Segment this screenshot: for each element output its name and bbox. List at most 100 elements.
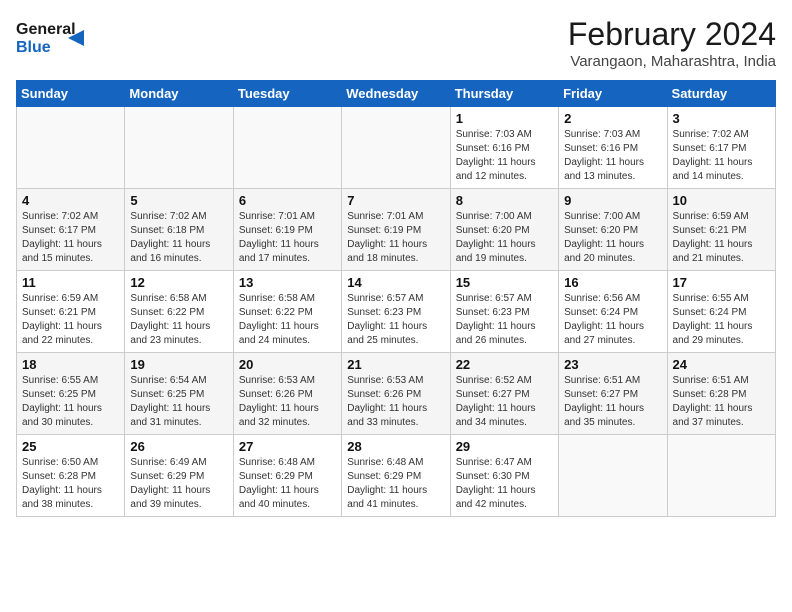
calendar-cell: 24Sunrise: 6:51 AM Sunset: 6:28 PM Dayli… bbox=[667, 353, 775, 435]
calendar-week-row: 25 Sunrise: 6:50 AM Sunset: 6:28 PM Dayli… bbox=[17, 435, 776, 517]
day-header-monday: Monday bbox=[125, 81, 233, 107]
day-number: 10 bbox=[673, 193, 770, 208]
day-info: Sunrise: 7:00 AM Sunset: 6:20 PM Dayligh… bbox=[564, 210, 661, 266]
calendar-cell: 15 Sunrise: 6:57 AM Sunset: 6:23 PM Dayli… bbox=[450, 271, 558, 353]
calendar-cell: 6 Sunrise: 7:01 AM Sunset: 6:19 PM Daylig… bbox=[233, 189, 341, 271]
day-info: Sunrise: 6:56 AM Sunset: 6:24 PM Dayligh… bbox=[564, 292, 661, 348]
day-header-saturday: Saturday bbox=[667, 81, 775, 107]
day-number: 25 bbox=[22, 439, 119, 454]
calendar-cell: 23 Sunrise: 6:51 AM Sunset: 6:27 PM Dayli… bbox=[559, 353, 667, 435]
day-number: 13 bbox=[239, 275, 336, 290]
day-number: 1 bbox=[456, 111, 553, 126]
day-info: Sunrise: 7:02 AM Sunset: 6:18 PM Dayligh… bbox=[130, 210, 227, 266]
calendar-header-row: SundayMondayTuesdayWednesdayThursdayFrid… bbox=[17, 81, 776, 107]
calendar-cell: 2Sunrise: 7:03 AM Sunset: 6:16 PM Daylig… bbox=[559, 107, 667, 189]
day-number: 7 bbox=[347, 193, 444, 208]
svg-text:General: General bbox=[16, 21, 76, 38]
page-header: General Blue February 2024 Varangaon, Ma… bbox=[16, 16, 776, 70]
day-number: 26 bbox=[130, 439, 227, 454]
day-info: Sunrise: 6:50 AM Sunset: 6:28 PM Dayligh… bbox=[22, 456, 119, 512]
day-number: 12 bbox=[130, 275, 227, 290]
calendar-cell: 21 Sunrise: 6:53 AM Sunset: 6:26 PM Dayli… bbox=[342, 353, 450, 435]
calendar-cell: 3 Sunrise: 7:02 AM Sunset: 6:17 PM Daylig… bbox=[667, 107, 775, 189]
day-info: Sunrise: 7:00 AM Sunset: 6:20 PM Dayligh… bbox=[456, 210, 553, 266]
day-number: 9 bbox=[564, 193, 661, 208]
calendar-cell bbox=[559, 435, 667, 517]
day-info: Sunrise: 7:03 AM Sunset: 6:16 PM Dayligh… bbox=[456, 128, 553, 184]
day-number: 14 bbox=[347, 275, 444, 290]
calendar-cell bbox=[667, 435, 775, 517]
day-number: 20 bbox=[239, 357, 336, 372]
calendar-cell: 7 Sunrise: 7:01 AM Sunset: 6:19 PM Daylig… bbox=[342, 189, 450, 271]
day-info: Sunrise: 6:58 AM Sunset: 6:22 PM Dayligh… bbox=[130, 292, 227, 348]
calendar-week-row: 11 Sunrise: 6:59 AM Sunset: 6:21 PM Dayli… bbox=[17, 271, 776, 353]
day-number: 23 bbox=[564, 357, 661, 372]
day-info: Sunrise: 6:51 AM Sunset: 6:27 PM Dayligh… bbox=[564, 374, 661, 430]
day-number: 6 bbox=[239, 193, 336, 208]
day-header-sunday: Sunday bbox=[17, 81, 125, 107]
calendar-cell: 11 Sunrise: 6:59 AM Sunset: 6:21 PM Dayli… bbox=[17, 271, 125, 353]
calendar-cell: 10Sunrise: 6:59 AM Sunset: 6:21 PM Dayli… bbox=[667, 189, 775, 271]
day-info: Sunrise: 7:01 AM Sunset: 6:19 PM Dayligh… bbox=[347, 210, 444, 266]
calendar-cell: 13 Sunrise: 6:58 AM Sunset: 6:22 PM Dayli… bbox=[233, 271, 341, 353]
calendar-cell: 4 Sunrise: 7:02 AM Sunset: 6:17 PM Daylig… bbox=[17, 189, 125, 271]
day-info: Sunrise: 6:59 AM Sunset: 6:21 PM Dayligh… bbox=[22, 292, 119, 348]
day-info: Sunrise: 6:54 AM Sunset: 6:25 PM Dayligh… bbox=[130, 374, 227, 430]
day-info: Sunrise: 6:57 AM Sunset: 6:23 PM Dayligh… bbox=[456, 292, 553, 348]
logo-icon: General Blue bbox=[16, 16, 86, 56]
calendar-cell bbox=[125, 107, 233, 189]
calendar-subtitle: Varangaon, Maharashtra, India bbox=[568, 53, 776, 70]
day-number: 11 bbox=[22, 275, 119, 290]
day-info: Sunrise: 6:57 AM Sunset: 6:23 PM Dayligh… bbox=[347, 292, 444, 348]
day-info: Sunrise: 6:48 AM Sunset: 6:29 PM Dayligh… bbox=[239, 456, 336, 512]
day-number: 22 bbox=[456, 357, 553, 372]
day-number: 17 bbox=[673, 275, 770, 290]
calendar-cell: 14 Sunrise: 6:57 AM Sunset: 6:23 PM Dayli… bbox=[342, 271, 450, 353]
calendar-cell: 16Sunrise: 6:56 AM Sunset: 6:24 PM Dayli… bbox=[559, 271, 667, 353]
day-info: Sunrise: 6:53 AM Sunset: 6:26 PM Dayligh… bbox=[239, 374, 336, 430]
calendar-cell: 25 Sunrise: 6:50 AM Sunset: 6:28 PM Dayli… bbox=[17, 435, 125, 517]
day-info: Sunrise: 6:55 AM Sunset: 6:24 PM Dayligh… bbox=[673, 292, 770, 348]
day-info: Sunrise: 6:48 AM Sunset: 6:29 PM Dayligh… bbox=[347, 456, 444, 512]
day-number: 5 bbox=[130, 193, 227, 208]
calendar-cell: 28 Sunrise: 6:48 AM Sunset: 6:29 PM Dayli… bbox=[342, 435, 450, 517]
day-info: Sunrise: 7:02 AM Sunset: 6:17 PM Dayligh… bbox=[22, 210, 119, 266]
calendar-cell: 29 Sunrise: 6:47 AM Sunset: 6:30 PM Dayli… bbox=[450, 435, 558, 517]
calendar-cell: 12 Sunrise: 6:58 AM Sunset: 6:22 PM Dayli… bbox=[125, 271, 233, 353]
day-info: Sunrise: 6:53 AM Sunset: 6:26 PM Dayligh… bbox=[347, 374, 444, 430]
day-number: 15 bbox=[456, 275, 553, 290]
calendar-cell: 5 Sunrise: 7:02 AM Sunset: 6:18 PM Daylig… bbox=[125, 189, 233, 271]
calendar-cell bbox=[342, 107, 450, 189]
day-info: Sunrise: 7:01 AM Sunset: 6:19 PM Dayligh… bbox=[239, 210, 336, 266]
calendar-week-row: 18 Sunrise: 6:55 AM Sunset: 6:25 PM Dayli… bbox=[17, 353, 776, 435]
day-number: 29 bbox=[456, 439, 553, 454]
day-number: 28 bbox=[347, 439, 444, 454]
day-header-thursday: Thursday bbox=[450, 81, 558, 107]
day-info: Sunrise: 6:49 AM Sunset: 6:29 PM Dayligh… bbox=[130, 456, 227, 512]
day-header-friday: Friday bbox=[559, 81, 667, 107]
calendar-cell bbox=[17, 107, 125, 189]
day-number: 8 bbox=[456, 193, 553, 208]
day-info: Sunrise: 7:03 AM Sunset: 6:16 PM Dayligh… bbox=[564, 128, 661, 184]
calendar-table: SundayMondayTuesdayWednesdayThursdayFrid… bbox=[16, 80, 776, 517]
day-number: 3 bbox=[673, 111, 770, 126]
day-info: Sunrise: 7:02 AM Sunset: 6:17 PM Dayligh… bbox=[673, 128, 770, 184]
day-info: Sunrise: 6:47 AM Sunset: 6:30 PM Dayligh… bbox=[456, 456, 553, 512]
day-info: Sunrise: 6:52 AM Sunset: 6:27 PM Dayligh… bbox=[456, 374, 553, 430]
calendar-cell: 26 Sunrise: 6:49 AM Sunset: 6:29 PM Dayli… bbox=[125, 435, 233, 517]
title-block: February 2024 Varangaon, Maharashtra, In… bbox=[568, 16, 776, 70]
calendar-cell: 18 Sunrise: 6:55 AM Sunset: 6:25 PM Dayli… bbox=[17, 353, 125, 435]
day-number: 18 bbox=[22, 357, 119, 372]
day-number: 19 bbox=[130, 357, 227, 372]
day-info: Sunrise: 6:58 AM Sunset: 6:22 PM Dayligh… bbox=[239, 292, 336, 348]
calendar-cell: 22 Sunrise: 6:52 AM Sunset: 6:27 PM Dayli… bbox=[450, 353, 558, 435]
calendar-cell: 20 Sunrise: 6:53 AM Sunset: 6:26 PM Dayli… bbox=[233, 353, 341, 435]
calendar-cell: 19 Sunrise: 6:54 AM Sunset: 6:25 PM Dayli… bbox=[125, 353, 233, 435]
calendar-cell: 17 Sunrise: 6:55 AM Sunset: 6:24 PM Dayli… bbox=[667, 271, 775, 353]
day-info: Sunrise: 6:55 AM Sunset: 6:25 PM Dayligh… bbox=[22, 374, 119, 430]
day-number: 27 bbox=[239, 439, 336, 454]
day-header-tuesday: Tuesday bbox=[233, 81, 341, 107]
day-number: 4 bbox=[22, 193, 119, 208]
calendar-cell: 8 Sunrise: 7:00 AM Sunset: 6:20 PM Daylig… bbox=[450, 189, 558, 271]
day-number: 21 bbox=[347, 357, 444, 372]
